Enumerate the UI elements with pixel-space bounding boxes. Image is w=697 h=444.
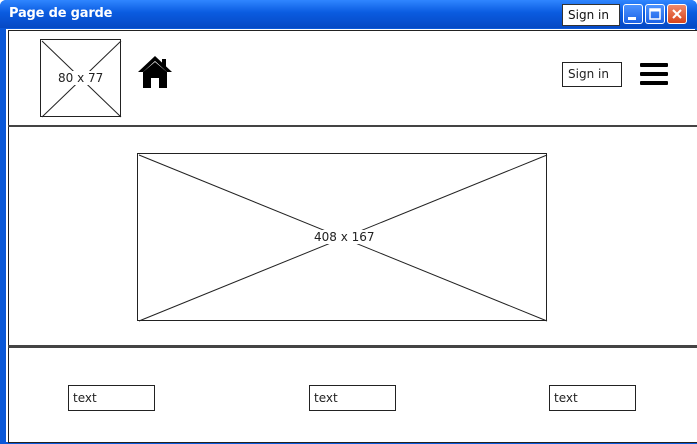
maximize-button[interactable] <box>645 4 665 24</box>
logo-image-placeholder: 80 x 77 <box>40 39 122 118</box>
close-icon <box>672 9 682 19</box>
hamburger-menu-icon[interactable] <box>640 63 668 85</box>
hero-image-placeholder: 408 x 167 <box>137 153 548 322</box>
title-bar[interactable]: Page de garde Sign in <box>0 0 697 28</box>
close-button[interactable] <box>667 4 687 24</box>
footer-text-field-3[interactable]: text <box>549 385 636 411</box>
home-icon[interactable] <box>137 55 173 89</box>
titlebar-signin-button[interactable]: Sign in <box>562 4 620 26</box>
minimize-button[interactable] <box>623 4 643 24</box>
maximize-icon <box>649 8 661 20</box>
footer-text-field-1[interactable]: text <box>68 385 155 411</box>
logo-placeholder-label: 80 x 77 <box>57 71 105 85</box>
minimize-icon <box>628 17 636 20</box>
hero-placeholder-label: 408 x 167 <box>313 230 376 244</box>
window-title: Page de garde <box>9 6 113 21</box>
footer-text-field-2[interactable]: text <box>309 385 396 411</box>
signin-button[interactable]: Sign in <box>562 62 622 87</box>
footer-divider <box>8 345 697 348</box>
header-divider <box>8 125 697 127</box>
